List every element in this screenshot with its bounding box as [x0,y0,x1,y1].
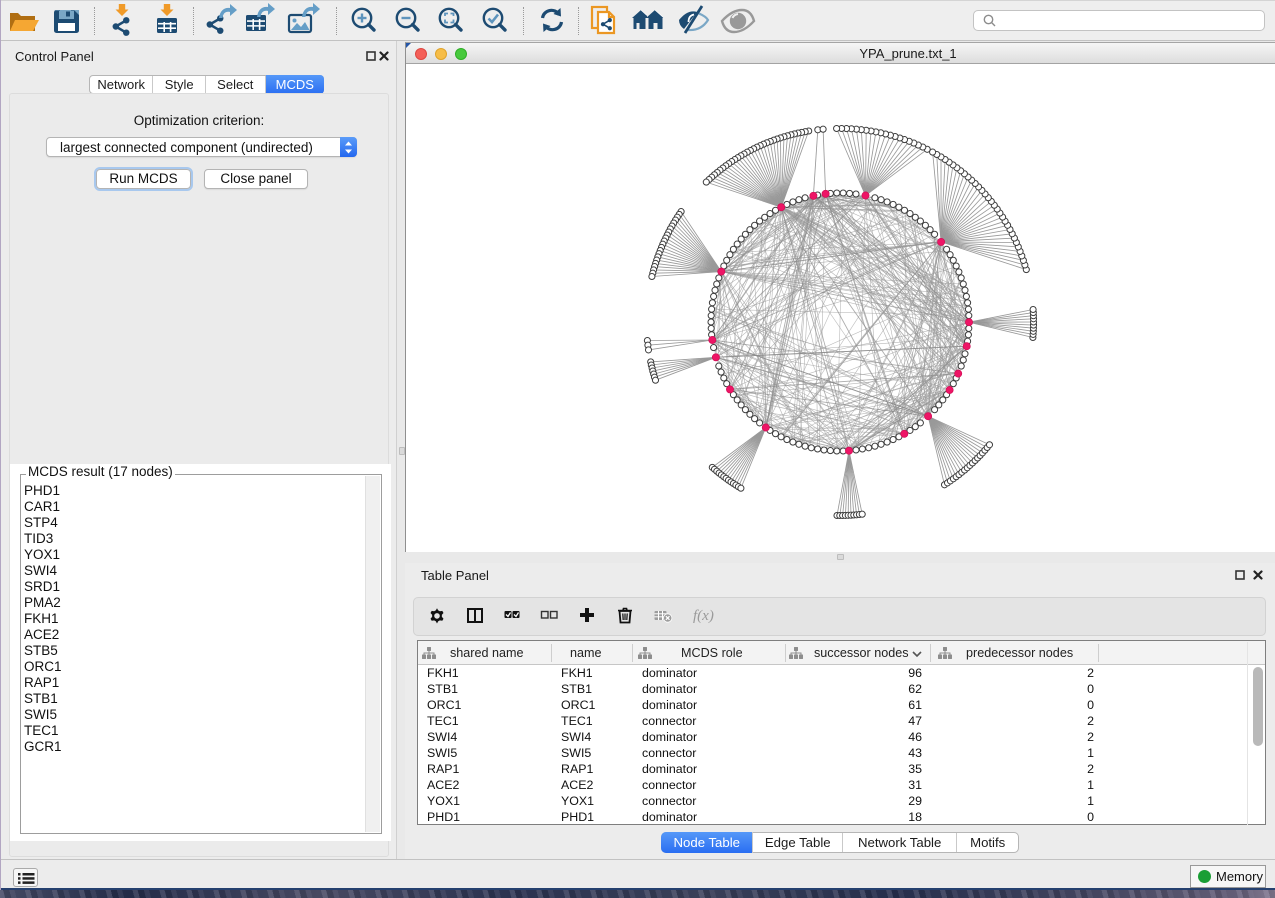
svg-text:f(x): f(x) [693,608,714,624]
